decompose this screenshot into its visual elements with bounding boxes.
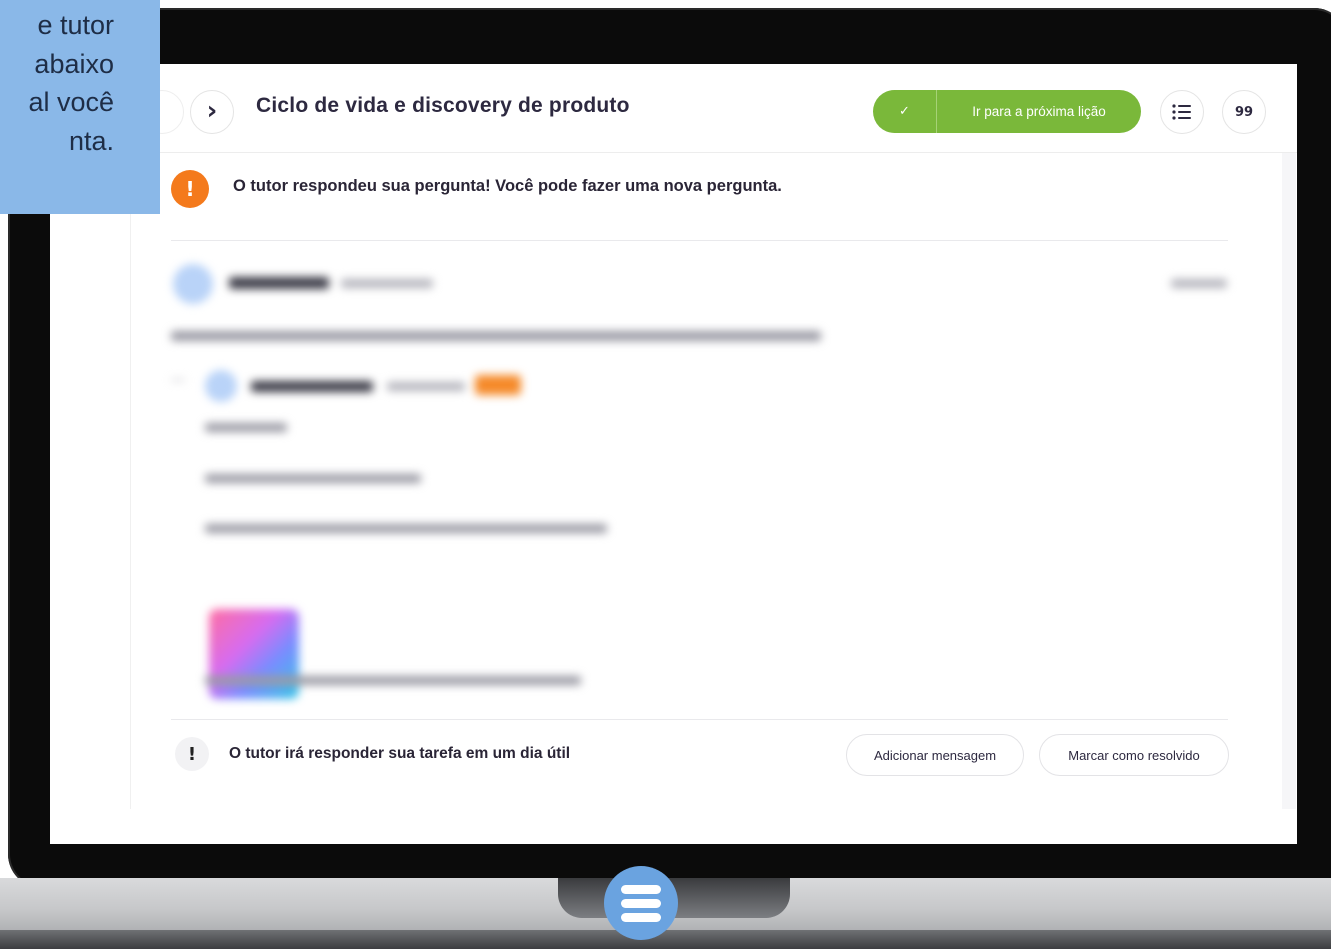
menu-icon-bar <box>621 898 661 908</box>
mark-resolved-button[interactable]: Marcar como resolvido <box>1039 734 1229 776</box>
check-icon: ✓ <box>873 90 937 133</box>
list-icon <box>1172 104 1191 120</box>
avatar <box>173 264 213 304</box>
tutor-response-notice: O tutor irá responder sua tarefa em um d… <box>229 745 571 762</box>
reply-line <box>205 423 287 432</box>
tooltip-text: e tutor abaixo al você nta. <box>28 10 114 156</box>
page-title: Ciclo de vida e discovery de produto <box>256 94 630 117</box>
menu-icon-bar <box>621 884 661 894</box>
quote-icon: 99 <box>1234 104 1254 120</box>
reply-date <box>387 382 465 391</box>
divider <box>171 719 1228 720</box>
alert-icon: ! <box>171 170 209 208</box>
divider <box>171 240 1228 241</box>
add-message-button[interactable]: Adicionar mensagem <box>846 734 1024 776</box>
question-author <box>229 277 329 289</box>
tutor-answered-alert: O tutor respondeu sua pergunta! Você pod… <box>233 177 782 195</box>
tooltip-callout: e tutor abaixo al você nta. <box>0 0 160 214</box>
reply-image <box>209 609 299 699</box>
reply-line <box>205 524 607 533</box>
next-lesson-label: Ir para a próxima lição <box>972 104 1106 119</box>
scrollbar[interactable] <box>1282 153 1296 809</box>
laptop-screen: › Ciclo de vida e discovery de produto ✓… <box>50 64 1297 844</box>
reply-line <box>205 676 581 685</box>
menu-button[interactable] <box>604 866 678 940</box>
tutor-name <box>251 381 373 392</box>
next-lesson-button[interactable]: ✓ Ir para a próxima lição <box>873 90 1141 133</box>
info-icon: ! <box>175 737 209 771</box>
laptop-base-edge <box>0 930 1331 949</box>
lesson-list-button[interactable] <box>1160 90 1204 134</box>
reply-line <box>205 474 421 483</box>
question-id <box>1171 279 1227 288</box>
lesson-header: › Ciclo de vida e discovery de produto ✓… <box>50 64 1297 153</box>
question-date <box>341 279 433 288</box>
reply-connector <box>171 379 185 381</box>
next-arrow-button[interactable]: › <box>190 90 234 134</box>
tutor-avatar <box>205 370 237 402</box>
tutor-badge <box>475 375 521 395</box>
question-thread: ! O tutor respondeu sua pergunta! Você p… <box>130 153 1286 809</box>
quote-button[interactable]: 99 <box>1222 90 1266 134</box>
menu-icon-bar <box>621 912 661 922</box>
chevron-right-icon: › <box>206 95 218 126</box>
question-body <box>171 331 821 341</box>
